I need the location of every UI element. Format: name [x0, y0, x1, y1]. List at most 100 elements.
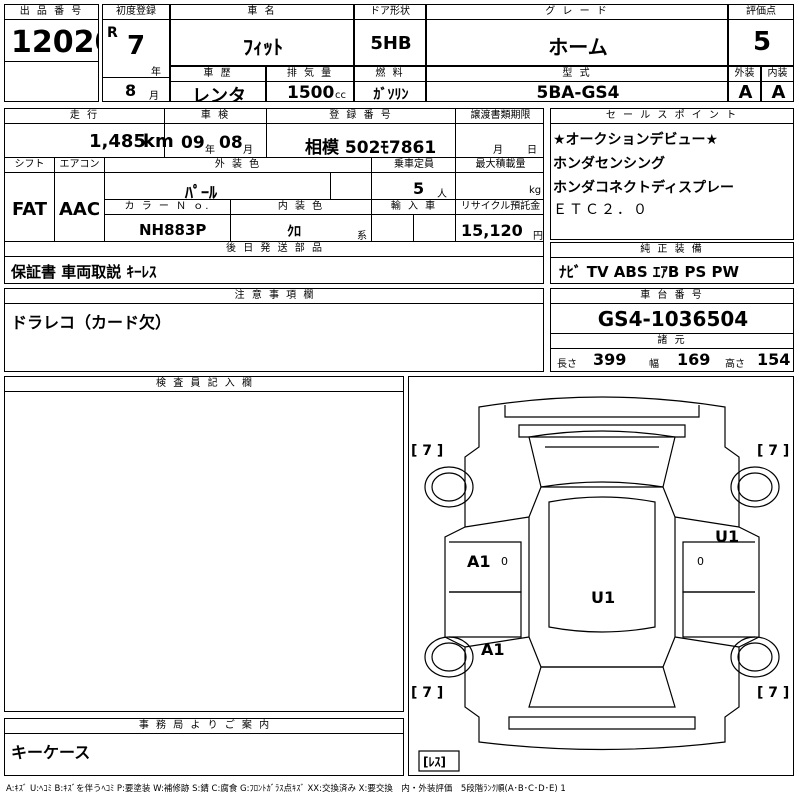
exterior-score: A [738, 82, 753, 102]
max-load-unit: kg [529, 185, 542, 196]
overall-score: 5 [752, 27, 772, 57]
fuel-cell: 燃 料 ｶﾞｿﾘﾝ [354, 66, 426, 102]
lot-label: 出 品 番 号 [5, 5, 98, 20]
displacement-label: 排 気 量 [267, 67, 353, 82]
model-type-cell: 型 式 5BA-GS4 [426, 66, 728, 102]
office-notes-block: 事 務 局 よ り ご 案 内 キーケース [4, 718, 404, 776]
displacement: 1500 [287, 83, 335, 102]
length-label: 長さ [557, 359, 577, 370]
deferred-parts-label: 後 日 発 送 部 品 [5, 241, 543, 257]
equipment-block: 純 正 装 備 ﾅﾋﾞ TV ABS ｴｱB PS PW [550, 242, 794, 284]
office-label: 事 務 局 よ り ご 案 内 [5, 719, 403, 734]
header-section: 出 品 番 号 12020 初度登録 R 7 年 8 月 車 名 ﾌｨｯﾄ ドア… [4, 4, 794, 102]
month-unit: 月 [149, 91, 159, 102]
tire-rear-right: [ 7 ] [757, 685, 789, 701]
mileage-unit: km [143, 131, 174, 152]
inspection-year: 09 [181, 133, 205, 153]
tire-front-left: [ 7 ] [411, 443, 443, 459]
history: レンタ [192, 86, 246, 102]
interior-color: ｸﾛ [287, 224, 301, 240]
grade-label: グ レ ー ド [427, 5, 727, 20]
cc-unit: cc [335, 90, 346, 101]
lot-cell: 出 品 番 号 12020 [4, 4, 99, 102]
chassis-block: 車 台 番 号 GS4-1036504 諸 元 長さ 399 幅 169 高さ … [550, 288, 794, 372]
first-registration-label: 初度登録 [103, 5, 169, 20]
inspection-label: 車 検 [164, 109, 267, 124]
mileage-label: 走 行 [5, 109, 165, 124]
door-label: ドア形状 [355, 5, 425, 20]
inspection-year-unit: 年 [205, 145, 215, 156]
plate-label: 登 録 番 号 [266, 109, 456, 124]
model-name: ﾌｨｯﾄ [243, 35, 283, 59]
transfer-month-unit: 月 [493, 145, 503, 156]
notes-label: 注 意 事 項 欄 [5, 289, 543, 304]
panel-zero-left: 0 [501, 555, 508, 568]
first-registration-cell: 初度登録 R 7 年 8 月 [102, 4, 170, 102]
panel-zero-right: 0 [697, 555, 704, 568]
grade: ホーム [548, 35, 608, 59]
year-unit: 年 [151, 67, 161, 78]
interior-score: A [771, 82, 786, 102]
chassis-number: GS4-1036504 [597, 307, 749, 331]
spare-tire-status: [ﾚｽ] [423, 755, 446, 769]
score-label: 評価点 [729, 5, 793, 20]
inspector-label: 検 査 員 記 入 欄 [5, 377, 403, 392]
history-cell: 車 歴 レンタ [170, 66, 266, 102]
notes-text: ドラレコ（カード欠） [11, 313, 172, 332]
recycle-fee: 15,120 [461, 221, 523, 240]
exterior-score-cell: 外装 A [728, 66, 761, 102]
capacity-label: 乗車定員 [371, 157, 457, 173]
sales-point-item: ホンダコネクトディスプレー [553, 180, 735, 196]
model-cell: 車 名 ﾌｨｯﾄ [170, 4, 354, 66]
width-label: 幅 [649, 359, 659, 370]
length: 399 [593, 350, 627, 369]
shift: FAT [11, 199, 48, 220]
exterior-label: 外装 [729, 67, 760, 82]
recycle-unit: 円 [533, 231, 543, 242]
reg-month: 8 [125, 81, 137, 100]
sales-point-item: ホンダセンシング [553, 156, 665, 172]
max-load-label: 最大積載量 [455, 157, 543, 173]
plate-number: 相模 502ﾓ7861 [305, 138, 437, 158]
fuel: ｶﾞｿﾘﾝ [373, 87, 409, 102]
inspector-notes-block: 検 査 員 記 入 欄 [4, 376, 404, 712]
grade-cell: グ レ ー ド ホーム [426, 4, 728, 66]
equipment-label: 純 正 装 備 [551, 243, 793, 258]
vehicle-info-block: 走 行 車 検 登 録 番 号 譲渡書類期限 1,485 km 09 年 08 … [4, 108, 544, 284]
interior-label: 内装 [762, 67, 793, 82]
exterior-color-label: 外 装 色 [104, 157, 372, 173]
car-diagram: [ 7 ] [ 7 ] [ 7 ] [ 7 ] A1 U1 U1 A1 0 0 … [411, 396, 789, 772]
interior-score-cell: 内装 A [761, 66, 794, 102]
chassis-label: 車 台 番 号 [551, 289, 793, 304]
lot-number: 12020 [11, 25, 98, 60]
equipment-list: ﾅﾋﾞ TV ABS ｴｱB PS PW [559, 263, 740, 281]
era: R [107, 25, 118, 41]
aircon-label: エアコン [54, 157, 105, 173]
damage-mark-roof: U1 [591, 588, 615, 607]
color-number: NH883P [139, 221, 207, 239]
inspection-month-unit: 月 [243, 145, 253, 156]
office-text: キーケース [11, 743, 91, 762]
legend: A:ｷｽﾞ U:ﾍｺﾐ B:ｷｽﾞを伴うﾍｺﾐ P:要塗装 W:補修跡 S:錆 … [6, 784, 566, 794]
sales-points-block: セ ー ル ス ポ イ ン ト ★オークションデビュー★ ホンダセンシング ホン… [550, 108, 794, 240]
model-label: 車 名 [171, 5, 353, 20]
shift-label: シフト [5, 157, 55, 173]
height-label: 高さ [725, 359, 745, 370]
recycle-label: リサイクル預託金 [455, 199, 543, 215]
capacity: 5 [413, 179, 425, 198]
capacity-unit: 人 [437, 189, 447, 200]
notes-block: 注 意 事 項 欄 ドラレコ（カード欠） [4, 288, 544, 372]
mileage: 1,485 [89, 131, 146, 152]
color-no-label: カ ラ ー Ｎ ｏ. [104, 199, 231, 215]
aircon: AAC [58, 199, 101, 220]
damage-mark-left-rear: A1 [481, 640, 505, 659]
width: 169 [677, 350, 711, 369]
transfer-label: 譲渡書類期限 [455, 109, 543, 124]
damage-mark-left-door: A1 [467, 552, 491, 571]
interior-color-label: 内 装 色 [230, 199, 372, 215]
model-type: 5BA-GS4 [536, 83, 620, 102]
inspection-month: 08 [219, 133, 243, 153]
tire-front-right: [ 7 ] [757, 443, 789, 459]
interior-color-unit: 系 [357, 231, 367, 242]
height: 154 [757, 350, 791, 369]
